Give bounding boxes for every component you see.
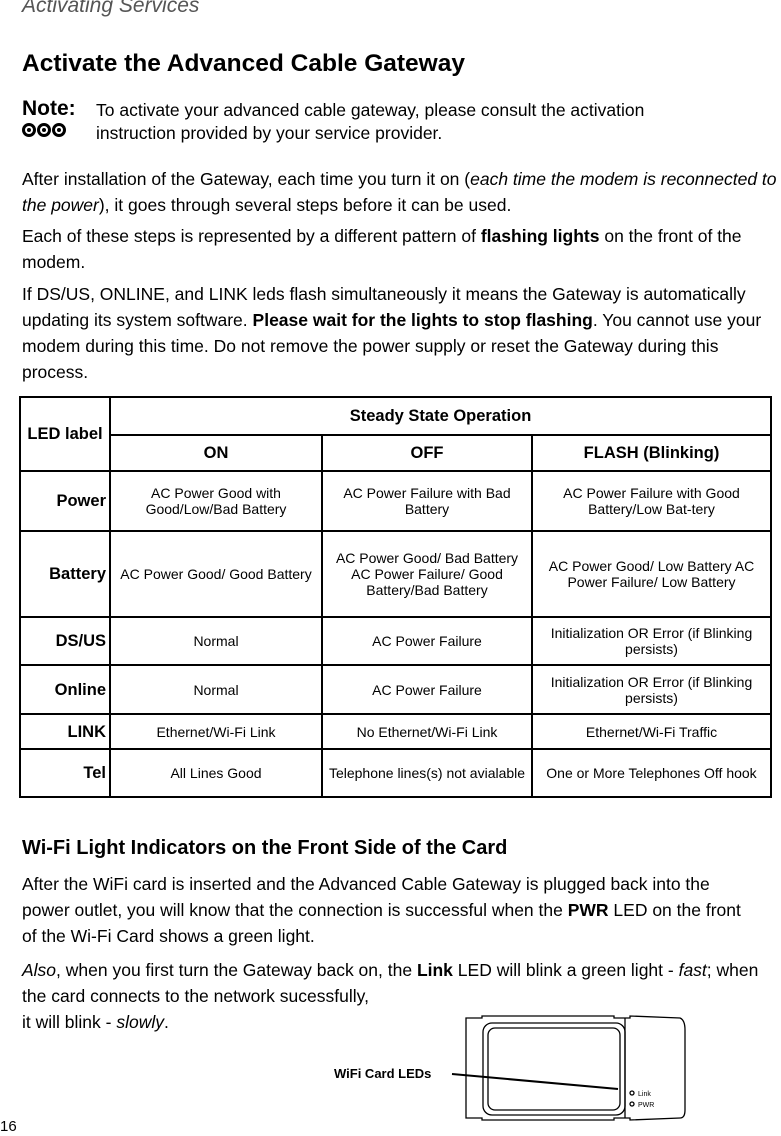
led-link-label: Link bbox=[638, 1091, 651, 1098]
callout-line bbox=[451, 1073, 619, 1090]
wifi-card-illustration: Link PWR bbox=[451, 1015, 686, 1121]
page-number: 16 bbox=[0, 1118, 17, 1135]
led-pwr-label: PWR bbox=[638, 1102, 654, 1109]
